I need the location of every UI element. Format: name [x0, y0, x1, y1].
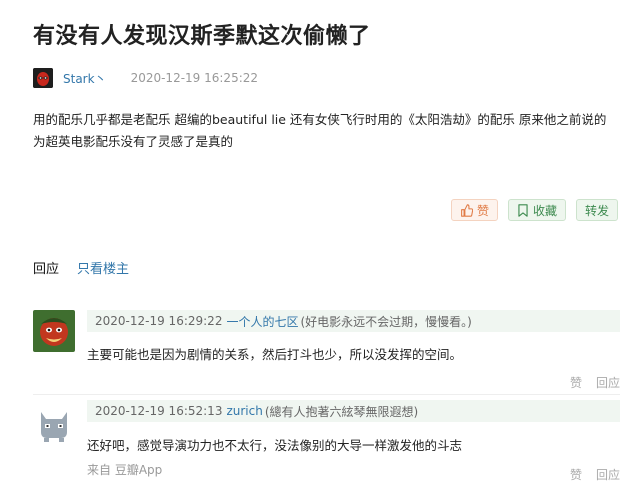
- comment-source: 来自 豆瓣App: [87, 463, 163, 477]
- post-actions: 赞 收藏 转发: [450, 199, 618, 221]
- comment-reply-button[interactable]: 回应: [596, 466, 620, 483]
- comment-header: 2020-12-19 16:29:22 一个人的七区 (好电影永远不会过期，慢慢…: [87, 310, 620, 332]
- tab-only-op[interactable]: 只看楼主: [77, 258, 129, 277]
- comment-actions: 赞 回应: [570, 374, 620, 391]
- comment-text: 还好吧，感觉导演功力也不太行，没法像别的大导一样激发他的斗志: [87, 438, 463, 453]
- post-content: 用的配乐几乎都是老配乐 超编的beautiful lie 还有女侠飞行时用的《太…: [33, 112, 607, 149]
- comment-actions: 赞 回应: [570, 466, 620, 483]
- tab-reply[interactable]: 回应: [33, 258, 59, 277]
- reply-tabs: 回应 只看楼主: [33, 258, 129, 277]
- favorite-button[interactable]: 收藏: [507, 199, 566, 221]
- comment-time: 2020-12-19 16:52:13: [95, 404, 223, 418]
- post-meta: Stark丶 2020-12-19 16:25:22: [33, 67, 258, 89]
- comment-time: 2020-12-19 16:29:22: [95, 314, 223, 328]
- share-button[interactable]: 转发: [575, 199, 618, 221]
- comment-item: 2020-12-19 16:29:22 一个人的七区 (好电影永远不会过期，慢慢…: [33, 310, 620, 391]
- post-time: 2020-12-19 16:25:22: [130, 71, 259, 85]
- comment-header: 2020-12-19 16:52:13 zurich (總有人抱著六絃琴無限遐想…: [87, 400, 620, 422]
- commenter-name[interactable]: zurich: [226, 404, 262, 418]
- commenter-signature: (好电影永远不会过期，慢慢看。): [300, 314, 472, 329]
- bookmark-icon: [518, 203, 528, 217]
- commenter-avatar[interactable]: [33, 310, 75, 352]
- commenter-signature: (總有人抱著六絃琴無限遐想): [264, 404, 419, 419]
- author-name[interactable]: Stark丶: [63, 70, 107, 87]
- like-button[interactable]: 赞: [450, 199, 498, 221]
- comment-like-button[interactable]: 赞: [570, 466, 582, 483]
- commenter-avatar[interactable]: [33, 402, 75, 444]
- share-label: 转发: [584, 203, 609, 218]
- comment-text: 主要可能也是因为剧情的关系，然后打斗也少，所以没发挥的空间。: [87, 347, 463, 362]
- post-title: 有没有人发现汉斯季默这次偷懒了: [33, 24, 371, 49]
- comment-like-button[interactable]: 赞: [570, 374, 582, 391]
- thumbs-up-icon: [461, 203, 473, 217]
- comment-item: 2020-12-19 16:52:13 zurich (總有人抱著六絃琴無限遐想…: [33, 400, 620, 486]
- commenter-name[interactable]: 一个人的七区: [226, 313, 298, 330]
- author-avatar[interactable]: [33, 68, 53, 88]
- like-label: 赞: [476, 203, 489, 218]
- divider: [33, 394, 620, 395]
- comment-reply-button[interactable]: 回应: [596, 374, 620, 391]
- favorite-label: 收藏: [532, 203, 557, 218]
